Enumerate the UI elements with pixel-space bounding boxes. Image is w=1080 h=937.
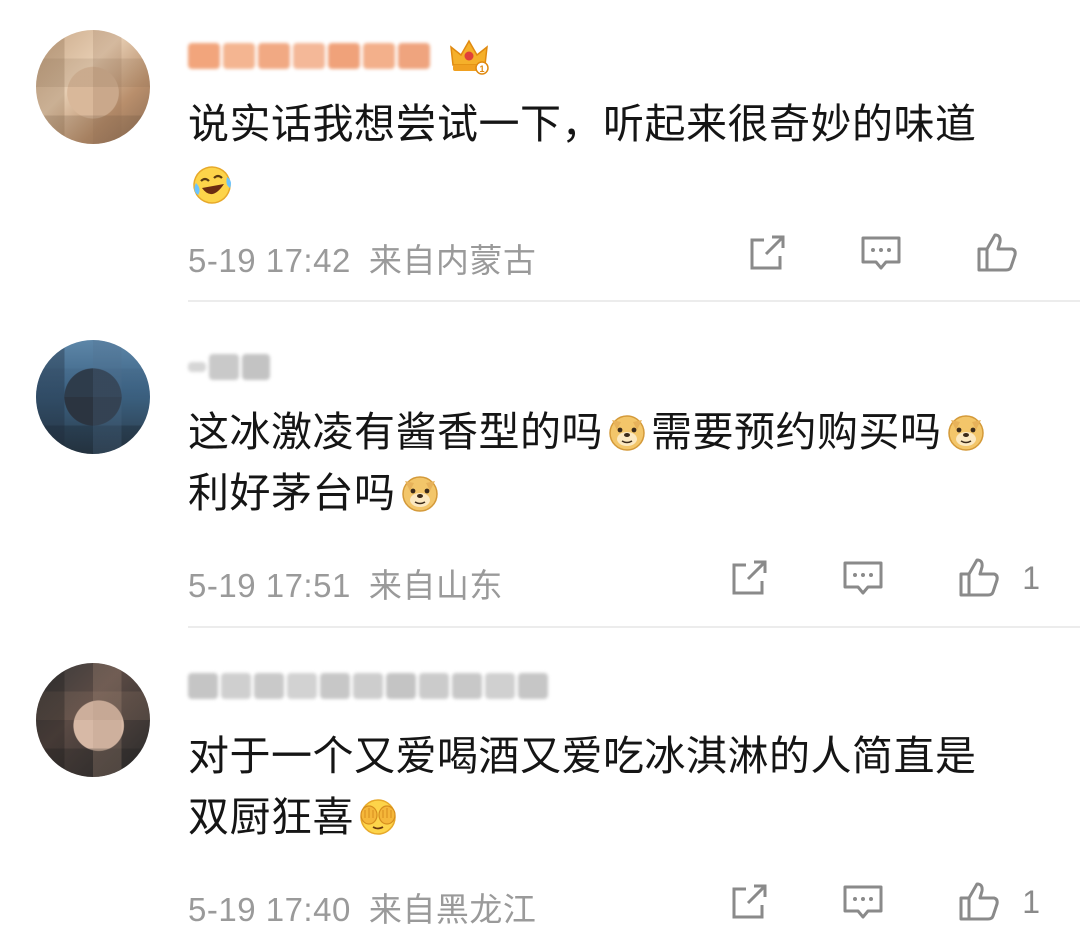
like-button[interactable]: 1: [956, 879, 1040, 925]
reply-button[interactable]: [840, 555, 886, 601]
share-button[interactable]: [726, 555, 772, 601]
comment-actions: [744, 230, 1040, 276]
doge-icon: [609, 415, 645, 451]
avatar[interactable]: [36, 340, 150, 454]
comment-time: 5-19 17:40: [188, 891, 351, 928]
comment-text-line: 对于一个又爱喝酒又爱吃冰淇淋的人简直是: [188, 732, 977, 780]
comment-icon: [861, 236, 901, 270]
reply-button[interactable]: [840, 879, 886, 925]
doge-icon: [947, 415, 984, 451]
username-blurred: [188, 41, 430, 71]
laugh-cry-icon: [193, 166, 231, 204]
thumbs-up-icon: [977, 233, 1017, 272]
comment-icon: [843, 885, 883, 919]
share-icon: [732, 884, 767, 919]
like-button[interactable]: 1: [956, 555, 1040, 601]
comment-location: 来自山东: [368, 567, 503, 604]
like-count: 1: [1022, 883, 1040, 920]
comment-location: 来自黑龙江: [368, 891, 537, 928]
comment-icon: [843, 561, 883, 595]
comment-text-line: 说实话我想尝试一下，听起来很奇妙的味道: [188, 100, 977, 148]
share-button[interactable]: [744, 230, 790, 276]
comment-text-line: 这冰激凌有酱香型的吗: [188, 408, 603, 456]
comment-actions: 1: [726, 879, 1040, 925]
comment-text-line: 双厨狂喜: [188, 793, 354, 841]
username[interactable]: [188, 664, 548, 708]
avatar[interactable]: [36, 663, 150, 777]
comment-text-line: 利好茅台吗: [188, 469, 396, 517]
like-count: 1: [1022, 559, 1040, 596]
reply-button[interactable]: [858, 230, 904, 276]
thumbs-up-icon: [959, 558, 999, 597]
vip-crown-icon: 1: [450, 39, 489, 75]
comment-text: 说实话我想尝试一下，听起来很奇妙的味道: [188, 94, 1058, 216]
doge-icon: [401, 476, 438, 512]
cover-face-icon: [360, 799, 396, 835]
username-blurred: [188, 352, 270, 382]
thumbs-up-icon: [959, 882, 999, 921]
share-icon: [732, 560, 767, 595]
svg-text:1: 1: [479, 64, 484, 74]
comment-text-line: 需要预约购买吗: [651, 408, 942, 456]
like-button[interactable]: [974, 230, 1040, 276]
avatar[interactable]: [36, 30, 150, 144]
comment-meta: 5-19 17:42 来自内蒙古: [188, 234, 536, 282]
comment-time: 5-19 17:42: [188, 242, 351, 279]
username[interactable]: [188, 345, 270, 389]
divider: [188, 626, 1080, 628]
comment-actions: 1: [726, 555, 1040, 601]
share-button[interactable]: [726, 879, 772, 925]
comment-text: 这冰激凌有酱香型的吗 需要预约购买吗 利好茅台吗: [188, 402, 1058, 524]
comment-meta: 5-19 17:40 来自黑龙江: [188, 883, 536, 931]
divider: [188, 300, 1080, 302]
comment-feed: 1 说实话我想尝试一下，听起来很奇妙的味道 5-19 17:42 来自内蒙古 这…: [0, 0, 1080, 937]
share-icon: [750, 235, 785, 270]
comment-meta: 5-19 17:51 来自山东: [188, 559, 503, 607]
comment-time: 5-19 17:51: [188, 567, 351, 604]
comment-location: 来自内蒙古: [368, 242, 537, 279]
username-blurred: [188, 671, 548, 701]
comment-text: 对于一个又爱喝酒又爱吃冰淇淋的人简直是 双厨狂喜: [188, 726, 1058, 848]
username[interactable]: 1: [188, 34, 490, 78]
